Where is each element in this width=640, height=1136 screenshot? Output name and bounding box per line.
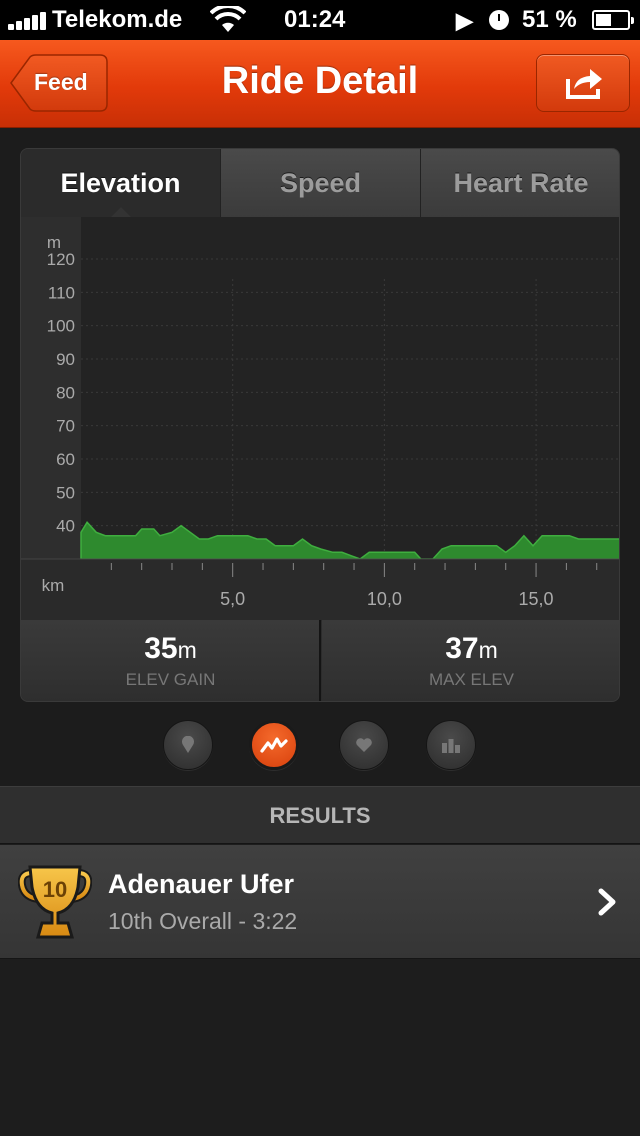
pager-heart-button[interactable] [339, 720, 389, 770]
pager-map-button[interactable] [163, 720, 213, 770]
y-tick-label: 90 [56, 350, 75, 369]
y-tick-label: 60 [56, 450, 75, 469]
pager-stats-button[interactable] [426, 720, 476, 770]
results-header: RESULTS [0, 786, 640, 844]
plot-background [81, 217, 619, 559]
result-row[interactable]: 10 Adenauer Ufer 10th Overall - 3:22 [0, 845, 640, 959]
x-unit-label: km [42, 576, 65, 595]
alarm-clock-icon [489, 10, 509, 30]
signal-strength-icon [8, 12, 48, 30]
elevation-chart-svg: m120110100908070605040km5,0 10,0 15,0 [21, 217, 619, 621]
map-pin-icon [182, 736, 194, 753]
trophy-icon: 10 [18, 865, 92, 939]
battery-percent: 51 % [522, 6, 577, 33]
battery-icon [592, 10, 634, 30]
elevation-graph-icon [260, 737, 288, 753]
x-tick-label: 15,0 [519, 589, 554, 609]
result-detail: 10th Overall - 3:22 [108, 908, 298, 934]
y-tick-label: 50 [56, 483, 75, 502]
y-tick-label: 110 [48, 283, 75, 302]
nav-bar: Feed Ride Detail [0, 40, 640, 128]
wifi-icon [210, 6, 246, 32]
chart-pager [0, 720, 640, 770]
y-tick-label: 120 [47, 250, 75, 269]
y-tick-label: 40 [56, 517, 75, 536]
chevron-right-icon [598, 888, 616, 916]
x-tick-label: 5,0 [220, 589, 245, 609]
stat-elev-gain: 35m ELEV GAIN [21, 620, 320, 701]
heart-icon [356, 738, 372, 752]
tab-pointer [111, 207, 131, 217]
trophy-rank: 10 [43, 877, 67, 902]
stat-label: ELEV GAIN [125, 670, 216, 689]
elevation-chart: m 120 110 100 90 80 70 60 50 40 km 5,0 10,0 15,0 [21, 217, 619, 621]
stat-value: 37m [445, 632, 498, 665]
share-button[interactable] [536, 54, 630, 112]
carrier-name: Telekom.de [52, 6, 183, 33]
bar-chart-icon [442, 739, 460, 753]
status-bar: Telekom.de 01:24 ▶ 51 % [0, 0, 640, 40]
y-tick-label: 100 [47, 317, 75, 336]
stat-divider [319, 620, 321, 701]
y-tick-label: 70 [56, 417, 75, 436]
share-icon [566, 69, 602, 99]
y-tick-label: 80 [56, 383, 75, 402]
play-icon: ▶ [456, 8, 473, 33]
stats-row: 35m ELEV GAIN 37m MAX ELEV [21, 620, 619, 701]
chart-tabs: Elevation Speed Heart Rate [21, 149, 619, 217]
stat-value: 35m [144, 632, 197, 665]
stat-max-elev: 37m MAX ELEV [322, 620, 619, 701]
stat-label: MAX ELEV [428, 670, 515, 689]
status-time: 01:24 [284, 6, 346, 33]
pager-elevation-button[interactable] [249, 720, 299, 770]
chart-panel: Elevation Speed Heart Rate m 120 110 100 90 8… [20, 148, 620, 702]
tab-speed[interactable]: Speed [220, 149, 420, 217]
x-tick-label: 10,0 [367, 589, 402, 609]
result-name: Adenauer Ufer [108, 869, 295, 899]
tab-heart-rate[interactable]: Heart Rate [420, 149, 619, 217]
